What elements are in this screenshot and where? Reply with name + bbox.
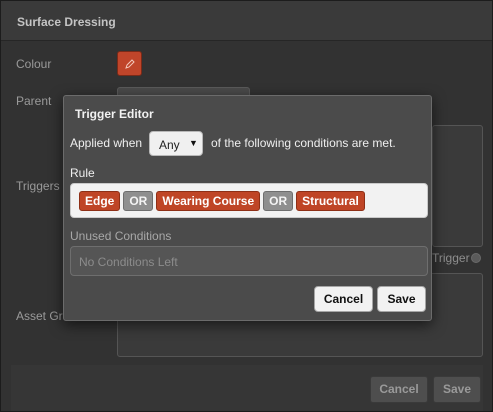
panel-save-button[interactable]: Save [433,376,481,403]
applied-prefix-text: Applied when [70,136,143,150]
match-mode-select[interactable]: Any ▼ [149,131,203,156]
rule-condition-chip[interactable]: Structural [296,191,365,211]
unused-conditions-placeholder: No Conditions Left [79,255,178,269]
panel-cancel-button[interactable]: Cancel [370,376,428,403]
colour-label: Colour [16,57,52,71]
parent-label: Parent [16,94,52,108]
caret-down-icon: ▼ [189,138,198,148]
pencil-icon [125,59,135,69]
add-trigger-icon[interactable] [471,253,481,263]
asset-groups-label: Asset Gro [16,309,70,323]
add-trigger-label: Trigger [432,251,470,265]
colour-picker-button[interactable] [117,51,142,76]
panel-title: Surface Dressing [17,15,116,29]
applied-when-row: Applied when Any ▼ of the following cond… [70,131,430,156]
match-mode-value: Any [159,138,180,152]
triggers-label: Triggers [16,179,60,193]
unused-conditions-label: Unused Conditions [70,229,172,243]
dialog-title: Trigger Editor [75,107,154,121]
applied-suffix-text: of the following conditions are met. [211,136,396,150]
rule-expression-box: Edge OR Wearing Course OR Structural [70,183,428,218]
unused-conditions-box: No Conditions Left [70,246,428,276]
cancel-button[interactable]: Cancel [314,286,373,312]
rule-condition-chip[interactable]: Wearing Course [156,191,261,211]
rule-operator-chip[interactable]: OR [263,191,294,211]
save-button[interactable]: Save [377,286,426,312]
rule-label: Rule [70,166,95,180]
panel-header: Surface Dressing [1,1,492,41]
rule-operator-chip[interactable]: OR [123,191,154,211]
rule-items: Edge OR Wearing Course OR Structural [79,191,365,211]
trigger-editor-dialog: Trigger Editor Applied when Any ▼ of the… [63,95,432,321]
triggers-list [432,125,483,247]
rule-condition-chip[interactable]: Edge [79,191,121,211]
